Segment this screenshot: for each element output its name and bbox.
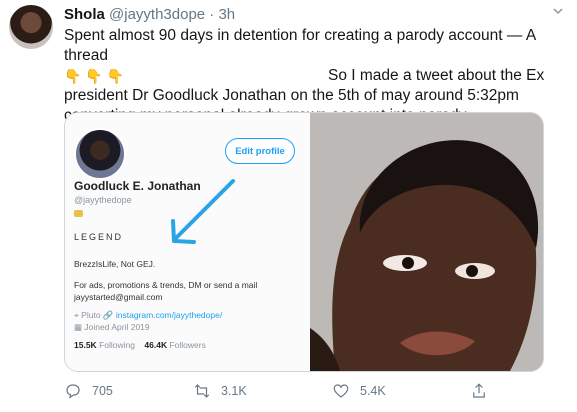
profile-location: Pluto [81, 310, 101, 320]
profile-screenshot: Edit profile Goodluck E. Jonathan @jayyt… [65, 113, 310, 371]
calendar-icon: ▦ [74, 322, 83, 332]
tweet[interactable]: Shola @jayyth3dope · 3h Spent almost 90 … [0, 0, 577, 412]
tweet-media[interactable]: Edit profile Goodluck E. Jonathan @jayyt… [64, 112, 544, 372]
profile-link: instagram.com/jayythedope/ [115, 310, 223, 320]
reply-count: 705 [92, 384, 113, 398]
edit-profile-button: Edit profile [225, 138, 295, 164]
avatar[interactable] [9, 5, 53, 49]
arrow-annotation [171, 179, 235, 244]
like-button[interactable]: 5.4K [332, 382, 386, 400]
tweet-line-2: So I made a tweet about the Ex [328, 67, 545, 84]
like-icon [333, 384, 349, 398]
tweet-line-3: president Dr Goodluck Jonathan on the 5t… [64, 87, 519, 104]
followers-label: Followers [169, 340, 206, 350]
retweet-icon [194, 384, 210, 398]
retweet-button[interactable]: 3.1K [193, 382, 247, 400]
link-icon: 🔗 [102, 310, 114, 320]
profile-joined-row: ▦ Joined April 2019 [74, 322, 150, 333]
reply-icon [66, 384, 80, 399]
profile-bio-1: BrezzIsLife, Not GEJ. [74, 259, 156, 269]
like-count: 5.4K [360, 384, 386, 398]
tweet-line-1: Spent almost 90 days in detention for cr… [64, 27, 536, 64]
following-count: 15.5K [74, 340, 97, 350]
following-label: Following [99, 340, 135, 350]
author-handle-time[interactable]: @jayyth3dope · 3h [109, 6, 235, 23]
profile-legend: LEGEND [74, 232, 124, 242]
author-name[interactable]: Shola [64, 6, 105, 23]
selfie-photo [310, 113, 543, 371]
share-button[interactable] [470, 382, 488, 400]
badge-icon [74, 210, 83, 217]
profile-joined: Joined April 2019 [84, 322, 150, 332]
pointing-down-emoji: 👇👇👇 [64, 68, 129, 84]
profile-bio-2: For ads, promotions & trends, DM or send… [74, 280, 258, 302]
tweet-text: Spent almost 90 days in detention for cr… [64, 26, 564, 126]
reply-button[interactable]: 705 [64, 382, 113, 400]
tweet-header: Shola @jayyth3dope · 3h [64, 6, 235, 23]
share-icon [473, 383, 485, 398]
location-icon: ⌖ [74, 310, 79, 320]
tweet-actions: 705 3.1K 5.4K [64, 380, 544, 404]
profile-avatar [74, 128, 126, 180]
profile-handle: @jayythedope [74, 195, 132, 205]
profile-follow-counts: 15.5K Following 46.4K Followers [74, 340, 206, 350]
profile-location-row: ⌖ Pluto 🔗 instagram.com/jayythedope/ [74, 310, 222, 321]
chevron-down-icon[interactable] [553, 6, 563, 16]
followers-count: 46.4K [144, 340, 168, 350]
retweet-count: 3.1K [221, 384, 247, 398]
